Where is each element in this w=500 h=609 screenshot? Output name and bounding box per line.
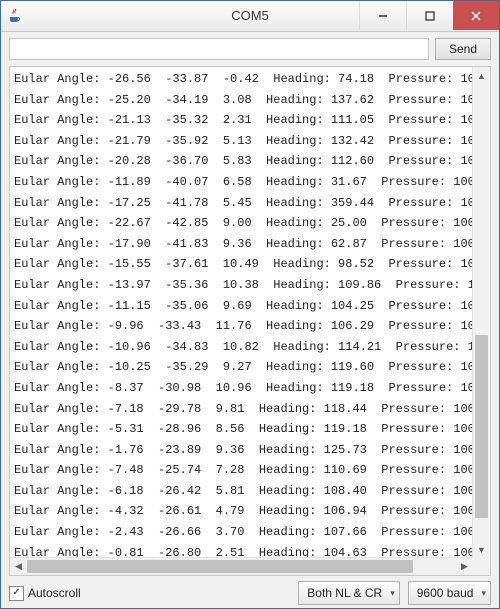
line-ending-select[interactable]: Both NL & CR ▾ xyxy=(298,581,399,605)
scroll-down-icon[interactable]: ▼ xyxy=(473,541,490,558)
serial-output: Eular Angle: -26.56 -33.87 -0.42 Heading… xyxy=(10,67,490,557)
toolbar: Send xyxy=(1,32,499,66)
close-button[interactable] xyxy=(453,1,499,30)
command-input[interactable] xyxy=(9,38,429,60)
bottom-bar: ✓ Autoscroll Both NL & CR ▾ 9600 baud ▾ xyxy=(1,578,499,608)
scroll-corner xyxy=(473,558,490,575)
vertical-scrollbar[interactable]: ▲ ▼ xyxy=(472,67,490,558)
hscroll-track[interactable] xyxy=(27,558,456,575)
hscroll-thumb[interactable] xyxy=(27,560,413,573)
baud-rate-value: 9600 baud xyxy=(417,586,474,600)
autoscroll-checkbox[interactable]: ✓ Autoscroll xyxy=(9,586,81,601)
scroll-left-icon[interactable]: ◀ xyxy=(10,558,27,575)
autoscroll-label: Autoscroll xyxy=(28,586,81,600)
maximize-button[interactable] xyxy=(406,1,453,30)
baud-rate-select[interactable]: 9600 baud ▾ xyxy=(408,581,491,605)
titlebar[interactable]: COM5 xyxy=(1,1,499,32)
horizontal-scrollbar[interactable]: ◀ ▶ xyxy=(10,557,473,575)
checkbox-icon: ✓ xyxy=(9,586,24,601)
scroll-right-icon[interactable]: ▶ xyxy=(456,558,473,575)
output-panel: Eular Angle: -26.56 -33.87 -0.42 Heading… xyxy=(9,66,491,576)
window-frame: COM5 Send Eular Angle: -26.56 -33.87 -0.… xyxy=(0,0,500,609)
minimize-button[interactable] xyxy=(359,1,406,30)
vscroll-thumb[interactable] xyxy=(475,335,488,518)
chevron-down-icon: ▾ xyxy=(390,588,395,599)
scroll-up-icon[interactable]: ▲ xyxy=(473,67,490,84)
line-ending-value: Both NL & CR xyxy=(307,586,382,600)
send-button[interactable]: Send xyxy=(435,38,491,60)
java-icon xyxy=(7,8,23,24)
vscroll-track[interactable] xyxy=(473,84,490,541)
chevron-down-icon: ▾ xyxy=(481,588,486,599)
